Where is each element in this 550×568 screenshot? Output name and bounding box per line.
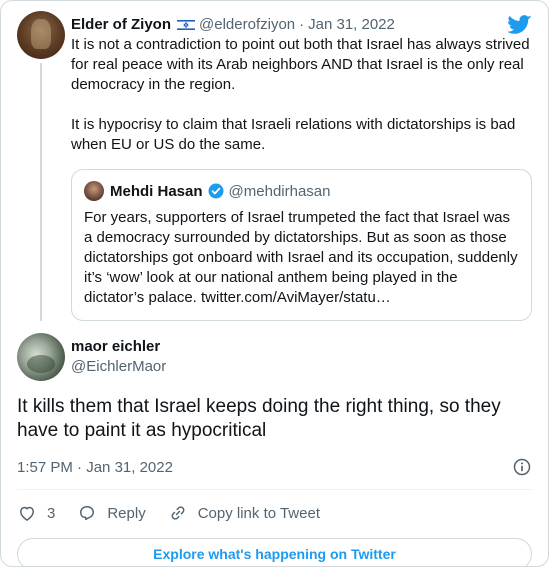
- reply-button[interactable]: Reply: [77, 503, 146, 523]
- like-count: 3: [47, 504, 56, 522]
- quoted-author-handle: @mehdirhasan: [228, 182, 331, 200]
- tweet-text: It kills them that Israel keeps doing th…: [17, 396, 501, 441]
- israel-flag-icon: [177, 19, 196, 31]
- separator: ·: [299, 16, 305, 33]
- tweet-paragraph: It is hypocrisy to claim that Israeli re…: [71, 116, 516, 153]
- author-handle[interactable]: @elderofziyon: [199, 15, 295, 35]
- separator: ·: [77, 458, 83, 476]
- tweet-date[interactable]: Jan 31, 2022: [86, 459, 173, 476]
- author-handle[interactable]: @EichlerMaor: [71, 357, 166, 377]
- author-name[interactable]: Elder of Ziyon: [71, 15, 171, 35]
- link-icon: [171, 506, 185, 520]
- heart-icon: [20, 506, 34, 521]
- copy-link-button[interactable]: Copy link to Tweet: [168, 503, 320, 523]
- verified-badge-icon: [208, 183, 224, 199]
- quoted-avatar: [84, 181, 104, 201]
- info-icon[interactable]: [512, 457, 532, 477]
- avatar[interactable]: [17, 11, 65, 59]
- tweet-meta: 1:57 PM · Jan 31, 2022: [17, 455, 532, 479]
- quoted-author-name: Mehdi Hasan: [110, 182, 203, 200]
- reply-icon: [80, 506, 95, 521]
- tweet-date[interactable]: Jan 31, 2022: [308, 15, 395, 35]
- tweet-timestamp[interactable]: 1:57 PM · Jan 31, 2022: [17, 459, 173, 476]
- main-tweet: maor eichler @EichlerMaor It kills them …: [1, 333, 548, 479]
- like-button[interactable]: 3: [17, 503, 55, 523]
- tweet-paragraph: It is not a contradiction to point out b…: [71, 36, 530, 93]
- tweet-actions: 3 Reply Copy link to Tweet: [1, 502, 548, 524]
- embedded-tweet-card: Elder of Ziyon @elderofziyon · Jan 31, 2…: [0, 0, 549, 567]
- parent-tweet[interactable]: Elder of Ziyon @elderofziyon · Jan 31, 2…: [1, 1, 548, 321]
- tweet-time[interactable]: 1:57 PM: [17, 459, 73, 476]
- thread-line: [40, 63, 42, 321]
- copy-link-label: Copy link to Tweet: [197, 504, 320, 522]
- divider: [17, 489, 532, 490]
- quoted-tweet-text: For years, supporters of Israel trumpete…: [84, 209, 518, 306]
- avatar[interactable]: [17, 333, 65, 381]
- author-name[interactable]: maor eichler: [71, 337, 166, 357]
- explore-twitter-button[interactable]: Explore what's happening on Twitter: [17, 538, 532, 566]
- quoted-tweet[interactable]: Mehdi Hasan @mehdirhasan For years, supp…: [71, 169, 532, 321]
- reply-label: Reply: [107, 504, 146, 522]
- twitter-bird-icon[interactable]: [508, 15, 532, 35]
